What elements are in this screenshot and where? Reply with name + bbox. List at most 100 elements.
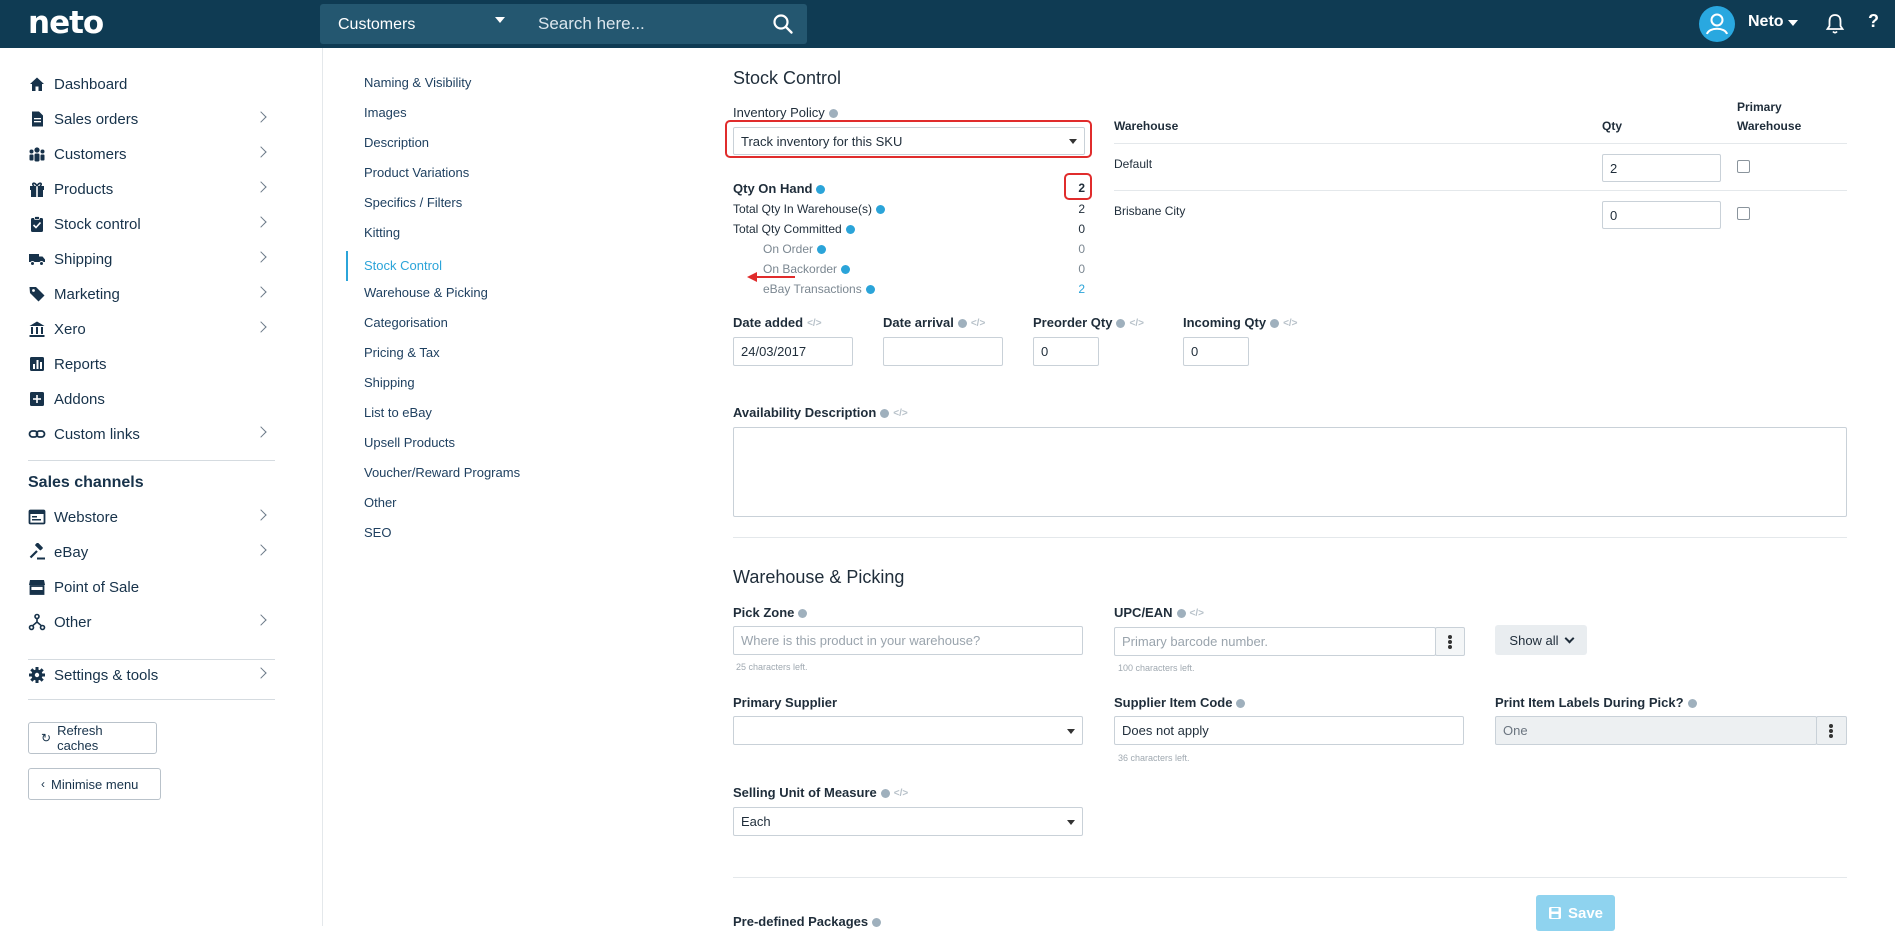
gavel-icon	[28, 542, 46, 561]
section-nav-warehouse-picking[interactable]: Warehouse & Picking	[346, 285, 488, 307]
section-nav-images[interactable]: Images	[346, 105, 407, 127]
search-icon[interactable]	[772, 13, 794, 35]
info-icon	[957, 319, 967, 329]
code-icon: </>	[893, 408, 908, 420]
sidebar-item-shipping[interactable]: Shipping	[28, 244, 273, 274]
refresh-caches-button[interactable]: ↻ Refresh caches	[28, 722, 157, 754]
sidebar-item-label: Products	[54, 180, 114, 198]
search-scope-select[interactable]: Customers	[320, 4, 520, 44]
user-menu[interactable]: Neto	[1748, 13, 1784, 31]
minimise-menu-button[interactable]: ‹ Minimise menu	[28, 768, 161, 800]
sidebar-item-products[interactable]: Products	[28, 174, 273, 204]
sidebar-item-other[interactable]: Other	[28, 607, 273, 637]
chevron-right-icon	[255, 286, 267, 298]
show-all-button[interactable]: Show all	[1495, 625, 1587, 655]
info-icon	[817, 245, 827, 255]
stock-row-value: 2	[1078, 202, 1085, 216]
sidebar-item-point-of-sale[interactable]: Point of Sale	[28, 572, 273, 602]
date-added-input[interactable]: 24/03/2017	[733, 337, 853, 366]
availability-description-textarea[interactable]	[733, 427, 1847, 517]
chevron-left-icon: ‹	[41, 777, 45, 791]
user-avatar-icon[interactable]	[1699, 6, 1735, 42]
sidebar-item-label: Sales orders	[54, 110, 139, 128]
date-arrival-label-text: Date arrival	[883, 315, 954, 330]
section-nav-description[interactable]: Description	[346, 135, 429, 157]
sidebar-item-addons[interactable]: Addons	[28, 384, 273, 414]
neto-logo[interactable]: neto	[28, 5, 104, 41]
incoming-qty-input[interactable]: 0	[1183, 337, 1249, 366]
people-icon	[28, 145, 46, 163]
sales-channels-heading: Sales channels	[28, 474, 144, 491]
primary-warehouse-checkbox[interactable]	[1737, 160, 1750, 173]
sidebar-item-custom-links[interactable]: Custom links	[28, 419, 273, 449]
section-nav-list-to-ebay[interactable]: List to eBay	[346, 405, 432, 427]
sidebar-item-stock-control[interactable]: Stock control	[28, 209, 273, 239]
divider	[28, 699, 275, 700]
code-icon: </>	[970, 318, 986, 330]
stock-row-value[interactable]: 2	[1065, 282, 1085, 296]
sidebar-item-label: Marketing	[54, 285, 120, 303]
chevron-down-icon	[1564, 633, 1575, 643]
selling-unit-select[interactable]: Each	[733, 807, 1083, 836]
date-added-value: 24/03/2017	[741, 344, 807, 359]
divider	[1114, 190, 1847, 191]
warehouse-qty-input[interactable]: 2	[1602, 154, 1721, 182]
code-icon: </>	[1129, 318, 1144, 330]
section-nav-specifics-filters[interactable]: Specifics / Filters	[346, 195, 462, 217]
warehouse-qty-value: 0	[1610, 207, 1618, 223]
stock-row-value: 0	[1078, 262, 1085, 276]
stock-row-label-text: Total Qty Committed	[733, 222, 842, 236]
supplier-code-hint: 36 characters left.	[1118, 753, 1190, 763]
predefined-packages-label-text: Pre-defined Packages	[733, 914, 869, 929]
sidebar-item-label: Dashboard	[54, 75, 128, 93]
sidebar-item-dashboard[interactable]: Dashboard	[28, 69, 273, 99]
section-nav-seo[interactable]: SEO	[346, 525, 391, 547]
section-nav-pricing-tax[interactable]: Pricing & Tax	[346, 345, 440, 367]
bell-icon[interactable]	[1825, 13, 1845, 35]
supplier-item-code-input[interactable]: Does not apply	[1114, 716, 1464, 745]
info-icon	[1236, 699, 1246, 709]
help-icon[interactable]: ?	[1868, 11, 1879, 32]
section-nav-shipping[interactable]: Shipping	[346, 375, 415, 397]
document-icon	[28, 110, 46, 128]
sidebar-item-ebay[interactable]: eBay	[28, 537, 273, 567]
sidebar-item-marketing[interactable]: Marketing	[28, 279, 273, 309]
sidebar-item-settings-tools[interactable]: Settings & tools	[28, 660, 273, 690]
selling-unit-label-text: Selling Unit of Measure	[733, 785, 877, 800]
section-nav-stock-control[interactable]: Stock Control	[346, 251, 442, 281]
chevron-down-icon[interactable]	[1788, 20, 1798, 26]
sidebar-item-sales-orders[interactable]: Sales orders	[28, 104, 273, 134]
print-item-labels-select[interactable]: One	[1495, 716, 1817, 745]
upc-ean-input[interactable]: Primary barcode number.	[1114, 627, 1436, 656]
inventory-policy-select[interactable]: Track inventory for this SKU	[733, 127, 1085, 155]
upc-more-button[interactable]	[1435, 627, 1465, 656]
search-input[interactable]	[520, 4, 760, 44]
divider	[733, 537, 1847, 538]
section-nav-upsell-products[interactable]: Upsell Products	[346, 435, 455, 457]
preorder-qty-input[interactable]: 0	[1033, 337, 1099, 366]
inventory-policy-value: Track inventory for this SKU	[741, 133, 903, 149]
section-nav-product-variations[interactable]: Product Variations	[346, 165, 469, 187]
pick-zone-input[interactable]: Where is this product in your warehouse?	[733, 626, 1083, 655]
date-arrival-input[interactable]	[883, 337, 1003, 366]
section-nav-categorisation[interactable]: Categorisation	[346, 315, 448, 337]
sidebar-item-reports[interactable]: Reports	[28, 349, 273, 379]
sidebar-item-label: Custom links	[54, 425, 140, 443]
inventory-policy-label: Inventory Policy	[733, 105, 838, 120]
sidebar-item-customers[interactable]: Customers	[28, 139, 273, 169]
primary-supplier-select[interactable]	[733, 716, 1083, 745]
sidebar-item-label: eBay	[54, 543, 89, 561]
primary-warehouse-checkbox[interactable]	[1737, 207, 1750, 220]
sidebar-item-webstore[interactable]: Webstore	[28, 502, 273, 532]
section-nav-naming-visibility[interactable]: Naming & Visibility	[346, 75, 471, 97]
qty-on-hand-label-text: Qty On Hand	[733, 181, 813, 196]
warehouse-qty-input[interactable]: 0	[1602, 201, 1721, 229]
stock-row-value: 0	[1078, 242, 1085, 256]
sidebar-item-xero[interactable]: Xero	[28, 314, 273, 344]
section-nav-voucher-reward-programs[interactable]: Voucher/Reward Programs	[346, 465, 520, 487]
incoming-qty-label-text: Incoming Qty	[1183, 315, 1267, 330]
section-nav-other[interactable]: Other	[346, 495, 397, 517]
section-nav-kitting[interactable]: Kitting	[346, 225, 400, 247]
print-labels-more-button[interactable]	[1816, 716, 1847, 745]
chevron-right-icon	[255, 321, 267, 333]
